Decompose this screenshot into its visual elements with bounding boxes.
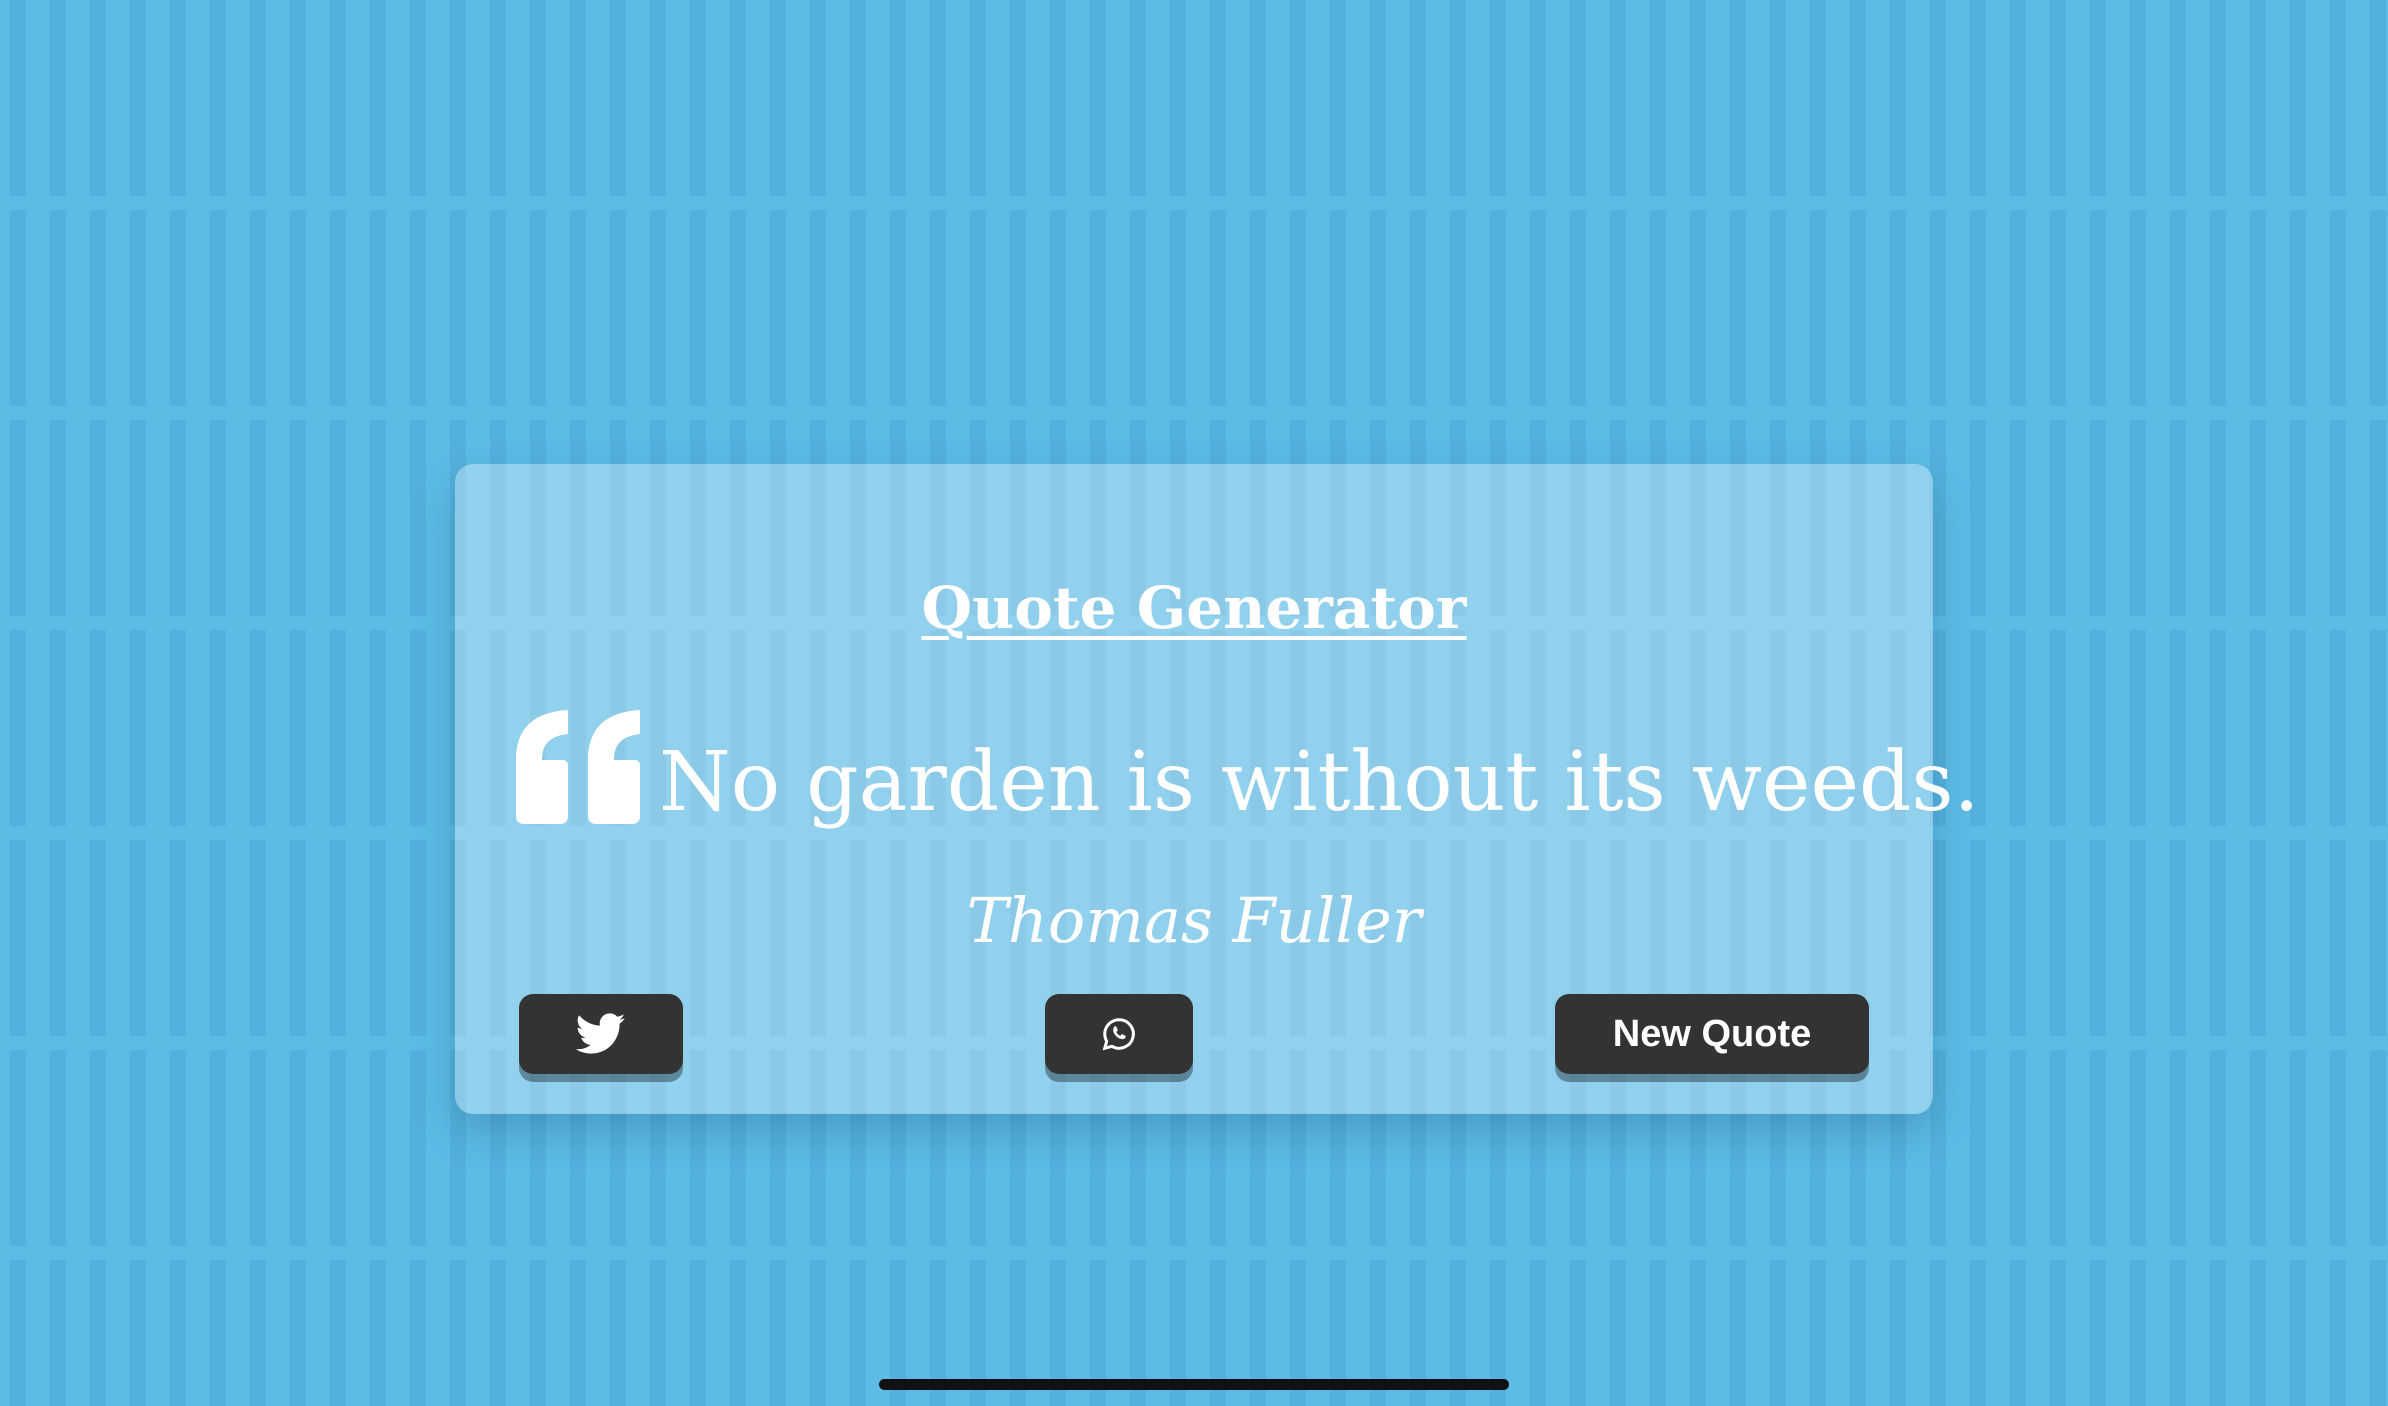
quote-text: No garden is without its weeds. (659, 735, 1980, 830)
home-indicator[interactable] (879, 1379, 1509, 1390)
page-title: Quote Generator (921, 574, 1467, 642)
whatsapp-share-button[interactable] (1045, 994, 1193, 1074)
quote-author: Thomas Fuller (966, 884, 1422, 957)
quote-container: No garden is without its weeds. (510, 704, 1980, 834)
twitter-icon (576, 1013, 626, 1055)
new-quote-button[interactable]: New Quote (1555, 994, 1869, 1074)
quote-left-icon (510, 708, 645, 828)
tweet-button[interactable] (519, 994, 683, 1074)
quote-card: Quote Generator No garden is without its… (455, 464, 1980, 1114)
whatsapp-icon (1101, 1016, 1137, 1052)
